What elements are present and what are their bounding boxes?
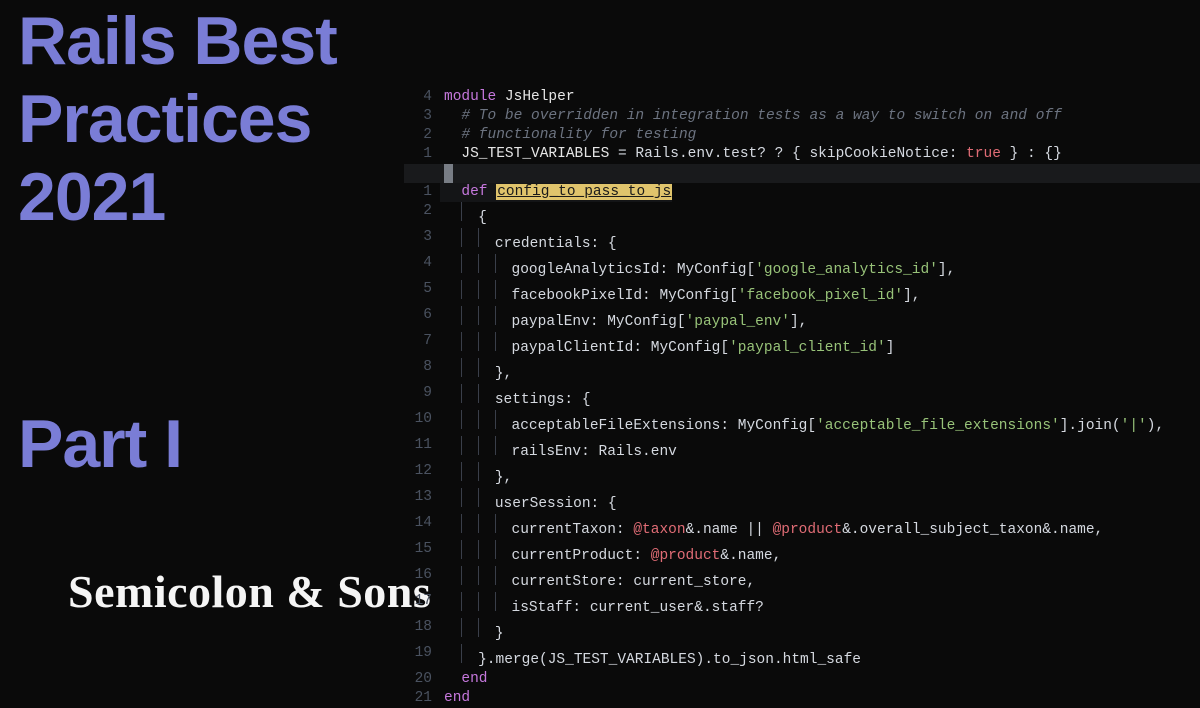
code-line: 11 railsEnv: Rails.env [404, 436, 1200, 462]
line-number: 12 [404, 462, 444, 488]
code-line: 21 end [404, 689, 1200, 708]
line-number: 11 [404, 436, 444, 462]
line-number: 6 [404, 306, 444, 332]
line-number: 3 [404, 107, 444, 126]
code-line: 2 { [404, 202, 1200, 228]
code-line: 18 } [404, 618, 1200, 644]
code-line: 12 }, [404, 462, 1200, 488]
line-number [404, 164, 444, 183]
code-line: 10 acceptableFileExtensions: MyConfig['a… [404, 410, 1200, 436]
code-line: 8 }, [404, 358, 1200, 384]
line-number: 9 [404, 384, 444, 410]
code-line: 1 JS_TEST_VARIABLES = Rails.env.test? ? … [404, 145, 1200, 164]
line-number: 14 [404, 514, 444, 540]
code-line: 19 }.merge(JS_TEST_VARIABLES).to_json.ht… [404, 644, 1200, 670]
line-number: 20 [404, 670, 444, 689]
part-subtitle: Part I [18, 405, 182, 483]
title-line-1: Rails Best [18, 2, 337, 80]
line-number: 4 [404, 88, 444, 107]
code-line: 17 isStaff: current_user&.staff? [404, 592, 1200, 618]
code-line: 15 currentProduct: @product&.name, [404, 540, 1200, 566]
code-line: 3 credentials: { [404, 228, 1200, 254]
code-line: 7 paypalClientId: MyConfig['paypal_clien… [404, 332, 1200, 358]
line-number: 17 [404, 592, 444, 618]
code-line: 16 currentStore: current_store, [404, 566, 1200, 592]
method-name-highlight: config_to_pass_to_js [496, 184, 672, 200]
code-line: 2 # functionality for testing [404, 126, 1200, 145]
line-number: 21 [404, 689, 444, 708]
code-line: 6 paypalEnv: MyConfig['paypal_env'], [404, 306, 1200, 332]
line-number: 2 [404, 202, 444, 228]
line-number: 7 [404, 332, 444, 358]
line-number: 3 [404, 228, 444, 254]
code-line-blank [404, 164, 1200, 183]
code-line: 1 def config_to_pass_to_js [404, 183, 1200, 202]
title-line-3: 2021 [18, 158, 337, 236]
code-line: 9 settings: { [404, 384, 1200, 410]
line-number: 18 [404, 618, 444, 644]
line-number: 13 [404, 488, 444, 514]
title-line-2: Practices [18, 80, 337, 158]
line-number: 16 [404, 566, 444, 592]
code-line: 14 currentTaxon: @taxon&.name || @produc… [404, 514, 1200, 540]
line-number: 15 [404, 540, 444, 566]
line-number: 10 [404, 410, 444, 436]
line-number: 5 [404, 280, 444, 306]
code-line: 4 googleAnalyticsId: MyConfig['google_an… [404, 254, 1200, 280]
code-line: 3 # To be overridden in integration test… [404, 107, 1200, 126]
line-number: 1 [404, 145, 444, 164]
line-number: 2 [404, 126, 444, 145]
brand-name: Semicolon & Sons [68, 565, 431, 618]
line-number: 4 [404, 254, 444, 280]
code-line: 20 end [404, 670, 1200, 689]
main-title: Rails Best Practices 2021 [18, 2, 337, 237]
code-editor: 4 module JsHelper 3 # To be overridden i… [404, 88, 1200, 708]
code-line: 4 module JsHelper [404, 88, 1200, 107]
code-line: 13 userSession: { [404, 488, 1200, 514]
line-number: 1 [404, 183, 444, 202]
code-line: 5 facebookPixelId: MyConfig['facebook_pi… [404, 280, 1200, 306]
line-number: 8 [404, 358, 444, 384]
line-number: 19 [404, 644, 444, 670]
